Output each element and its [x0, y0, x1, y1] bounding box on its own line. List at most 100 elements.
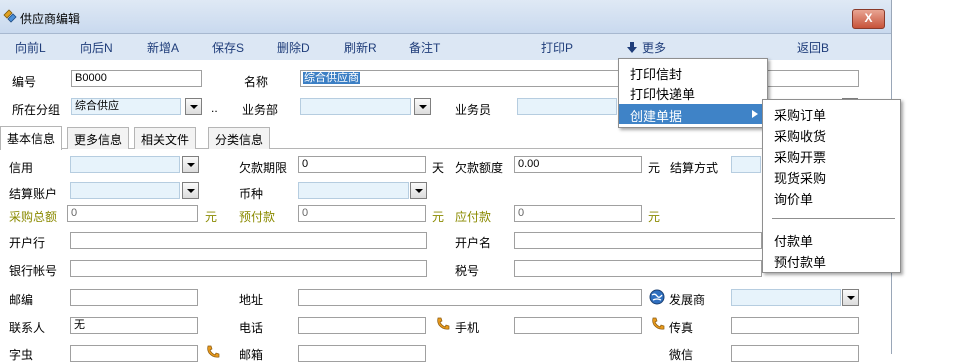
payable-label: 应付款: [455, 210, 492, 224]
more-button[interactable]: 更多: [627, 39, 666, 56]
bank-account-input[interactable]: [70, 260, 427, 277]
phone-icon: [652, 317, 665, 330]
submenu-item-purchase-order[interactable]: 采购订单: [763, 104, 900, 123]
refresh-button[interactable]: 刷新R: [344, 39, 377, 56]
dept-select[interactable]: [300, 98, 411, 115]
name-input[interactable]: 综合供应商: [300, 70, 622, 87]
note-button[interactable]: 备注T: [409, 39, 440, 56]
prev-button[interactable]: 向前L: [15, 39, 46, 56]
credit-select[interactable]: [70, 156, 180, 173]
delete-button[interactable]: 删除D: [277, 39, 310, 56]
submenu-item-label: 现货采购: [774, 171, 827, 186]
settle-account-dropdown-button[interactable]: [182, 182, 199, 199]
postcode-input[interactable]: [70, 289, 198, 306]
payable-unit: 元: [648, 210, 661, 224]
currency-dropdown-button[interactable]: [410, 182, 427, 199]
settle-method-label: 结算方式: [670, 161, 719, 175]
submenu-item-label: 采购开票: [774, 150, 827, 165]
menu-item-create-document[interactable]: 创建单据: [619, 104, 767, 124]
currency-select[interactable]: [298, 182, 409, 199]
menu-item-print-envelope[interactable]: 打印信封: [619, 63, 767, 82]
settle-account-select[interactable]: [70, 182, 180, 199]
mobile-label: 手机: [455, 321, 480, 335]
settle-method-select[interactable]: [731, 156, 761, 173]
submenu-item-payment[interactable]: 付款单: [763, 230, 900, 249]
create-document-submenu: 采购订单 采购收货 采购开票 现货采购 询价单 付款单 预付款单: [762, 99, 901, 273]
address-input[interactable]: [298, 289, 642, 306]
code-label: 编号: [12, 75, 37, 89]
payable-field: 0: [514, 205, 642, 222]
group-select[interactable]: 综合供应: [71, 98, 181, 115]
close-button[interactable]: X: [852, 9, 885, 29]
submenu-arrow-icon: [752, 110, 758, 118]
postcode-label: 邮编: [9, 293, 34, 307]
bank-account-label: 银行帐号: [9, 264, 58, 278]
window-title: 供应商编辑: [20, 12, 81, 26]
overdue-days-label: 欠款期限: [239, 161, 288, 175]
code-input[interactable]: B0000: [71, 70, 202, 87]
submenu-item-inquiry[interactable]: 询价单: [763, 188, 900, 207]
phone-label: 电话: [239, 321, 264, 335]
dept-dropdown-button[interactable]: [414, 98, 431, 115]
submenu-item-prepayment[interactable]: 预付款单: [763, 251, 900, 270]
overdue-amount-label: 欠款额度: [455, 161, 504, 175]
prepaid-unit: 元: [432, 210, 445, 224]
group-dropdown-button[interactable]: [185, 98, 202, 115]
menu-item-print-express[interactable]: 打印快递单: [619, 83, 767, 102]
app-icon: [3, 9, 17, 23]
bank-label: 开户行: [9, 236, 46, 250]
day-unit: 天: [432, 161, 445, 175]
menu-item-label: 打印信封: [630, 67, 683, 82]
bank-input[interactable]: [70, 232, 427, 249]
purchase-total-field: 0: [67, 205, 198, 222]
down-arrow-icon: [627, 42, 637, 53]
developer-select[interactable]: [731, 289, 841, 306]
submenu-item-label: 预付款单: [774, 255, 827, 270]
save-button[interactable]: 保存S: [212, 39, 244, 56]
mobile-input[interactable]: [514, 317, 642, 334]
tax-id-input[interactable]: [514, 260, 762, 277]
name-input-selected-text: 综合供应商: [303, 72, 360, 84]
submenu-item-purchase-receive[interactable]: 采购收货: [763, 125, 900, 144]
tax-id-label: 税号: [455, 264, 480, 278]
purchase-total-unit: 元: [205, 210, 218, 224]
name-input-end[interactable]: [760, 70, 859, 87]
fax-input[interactable]: [731, 317, 859, 334]
submenu-separator: [772, 218, 895, 219]
address-label: 地址: [239, 293, 264, 307]
submenu-item-purchase-invoice[interactable]: 采购开票: [763, 146, 900, 165]
add-button[interactable]: 新增A: [147, 39, 179, 56]
overdue-amount-input[interactable]: 0.00: [514, 156, 642, 173]
overdue-days-input[interactable]: 0: [298, 156, 426, 173]
account-name-label: 开户名: [455, 236, 492, 250]
credit-label: 信用: [9, 161, 34, 175]
print-button[interactable]: 打印P: [541, 39, 573, 56]
developer-dropdown-button[interactable]: [842, 289, 859, 306]
submenu-item-label: 付款单: [774, 234, 814, 249]
contact-input[interactable]: 无: [70, 317, 198, 334]
account-name-input[interactable]: [514, 232, 762, 249]
next-button[interactable]: 向后N: [80, 39, 113, 56]
group-label: 所在分组: [12, 103, 61, 117]
supplier-edit-window: 供应商编辑 X 向前L 向后N 新增A 保存S 删除D 刷新R 备注T 打印P …: [0, 0, 892, 362]
more-label: 更多: [642, 41, 667, 55]
group-more-button[interactable]: ..: [211, 101, 218, 115]
row8-label-b: 邮箱: [239, 348, 264, 362]
fax-label: 传真: [669, 321, 694, 335]
menu-item-label: 创建单据: [630, 109, 683, 124]
tab-category-info[interactable]: 分类信息: [208, 127, 271, 149]
phone-input[interactable]: [298, 317, 426, 334]
tab-more-info[interactable]: 更多信息: [67, 127, 130, 149]
purchase-total-label: 采购总额: [9, 210, 58, 224]
submenu-item-label: 采购订单: [774, 108, 827, 123]
back-button[interactable]: 返回B: [797, 39, 829, 56]
row8-label-a: 字虫: [9, 348, 34, 362]
staff-select[interactable]: [517, 98, 617, 115]
overdue-amount-unit: 元: [648, 161, 661, 175]
credit-dropdown-button[interactable]: [182, 156, 199, 173]
row8-label-c: 微信: [669, 348, 694, 362]
tab-related-files[interactable]: 相关文件: [134, 127, 197, 149]
tab-basic-info[interactable]: 基本信息: [0, 126, 63, 150]
submenu-item-spot-purchase[interactable]: 现货采购: [763, 167, 900, 186]
menu-item-label: 打印快递单: [630, 87, 696, 102]
